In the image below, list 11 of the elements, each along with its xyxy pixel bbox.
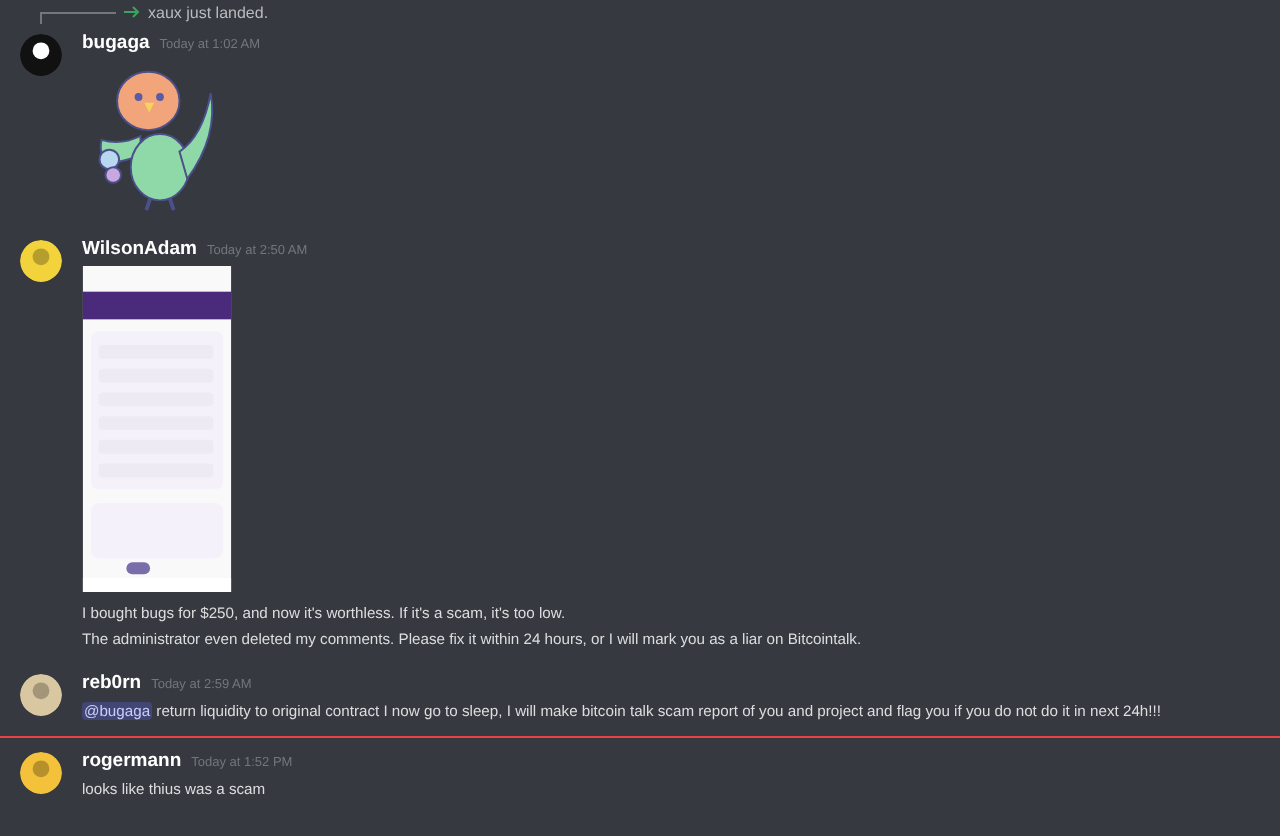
phone-screenshot-drawing[interactable]	[82, 266, 232, 592]
username[interactable]: reb0rn	[82, 672, 142, 694]
avatar-icon[interactable]	[20, 34, 62, 76]
avatar-icon[interactable]	[20, 752, 62, 794]
username[interactable]: rogermann	[82, 750, 182, 772]
avatar-icon[interactable]	[20, 674, 62, 716]
username[interactable]: WilsonAdam	[82, 238, 197, 260]
avatar-icon[interactable]	[20, 240, 62, 282]
username[interactable]: bugaga	[82, 32, 150, 54]
system-message: xaux just landed.	[148, 3, 269, 21]
arrow-icon	[124, 6, 140, 18]
